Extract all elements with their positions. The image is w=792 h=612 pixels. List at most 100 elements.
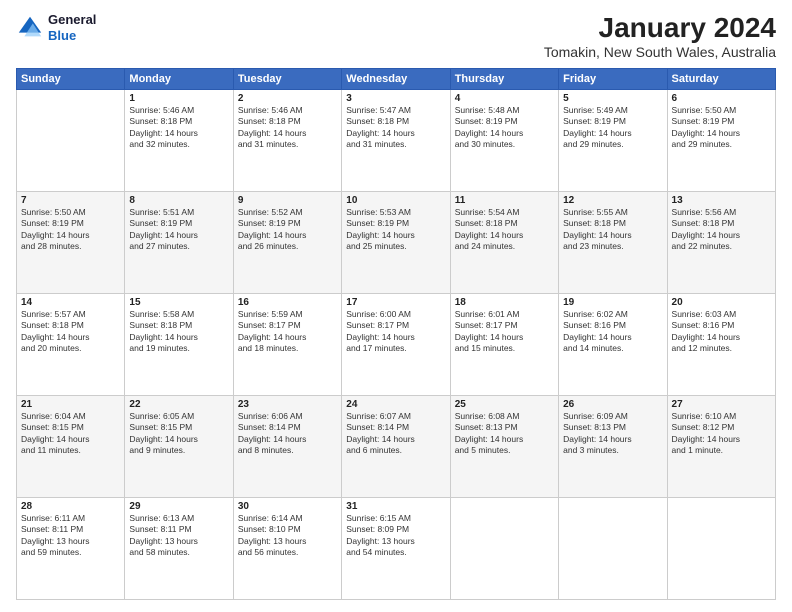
day-number: 16 (238, 297, 337, 308)
day-info: Sunrise: 5:56 AM Sunset: 8:18 PM Dayligh… (672, 207, 771, 253)
day-number: 25 (455, 399, 554, 410)
calendar-cell: 26Sunrise: 6:09 AM Sunset: 8:13 PM Dayli… (559, 396, 667, 498)
col-header-tuesday: Tuesday (233, 69, 341, 90)
day-number: 28 (21, 501, 120, 512)
calendar-cell: 9Sunrise: 5:52 AM Sunset: 8:19 PM Daylig… (233, 192, 341, 294)
col-header-wednesday: Wednesday (342, 69, 450, 90)
calendar-cell (17, 90, 125, 192)
day-info: Sunrise: 5:51 AM Sunset: 8:19 PM Dayligh… (129, 207, 228, 253)
day-number: 7 (21, 195, 120, 206)
calendar-cell: 23Sunrise: 6:06 AM Sunset: 8:14 PM Dayli… (233, 396, 341, 498)
calendar-cell: 29Sunrise: 6:13 AM Sunset: 8:11 PM Dayli… (125, 498, 233, 600)
day-number: 18 (455, 297, 554, 308)
calendar-header-row: SundayMondayTuesdayWednesdayThursdayFrid… (17, 69, 776, 90)
title-block: January 2024 Tomakin, New South Wales, A… (544, 12, 776, 60)
day-info: Sunrise: 6:08 AM Sunset: 8:13 PM Dayligh… (455, 411, 554, 457)
day-info: Sunrise: 6:00 AM Sunset: 8:17 PM Dayligh… (346, 309, 445, 355)
day-info: Sunrise: 5:57 AM Sunset: 8:18 PM Dayligh… (21, 309, 120, 355)
calendar: SundayMondayTuesdayWednesdayThursdayFrid… (16, 68, 776, 600)
day-number: 22 (129, 399, 228, 410)
calendar-week-1: 1Sunrise: 5:46 AM Sunset: 8:18 PM Daylig… (17, 90, 776, 192)
calendar-cell: 12Sunrise: 5:55 AM Sunset: 8:18 PM Dayli… (559, 192, 667, 294)
day-number: 31 (346, 501, 445, 512)
day-info: Sunrise: 6:05 AM Sunset: 8:15 PM Dayligh… (129, 411, 228, 457)
col-header-friday: Friday (559, 69, 667, 90)
calendar-cell: 22Sunrise: 6:05 AM Sunset: 8:15 PM Dayli… (125, 396, 233, 498)
day-info: Sunrise: 6:03 AM Sunset: 8:16 PM Dayligh… (672, 309, 771, 355)
day-number: 21 (21, 399, 120, 410)
day-number: 15 (129, 297, 228, 308)
calendar-cell: 1Sunrise: 5:46 AM Sunset: 8:18 PM Daylig… (125, 90, 233, 192)
day-info: Sunrise: 5:50 AM Sunset: 8:19 PM Dayligh… (21, 207, 120, 253)
day-info: Sunrise: 6:04 AM Sunset: 8:15 PM Dayligh… (21, 411, 120, 457)
day-number: 12 (563, 195, 662, 206)
calendar-cell: 8Sunrise: 5:51 AM Sunset: 8:19 PM Daylig… (125, 192, 233, 294)
calendar-cell (559, 498, 667, 600)
day-number: 5 (563, 93, 662, 104)
day-number: 3 (346, 93, 445, 104)
calendar-week-5: 28Sunrise: 6:11 AM Sunset: 8:11 PM Dayli… (17, 498, 776, 600)
calendar-week-2: 7Sunrise: 5:50 AM Sunset: 8:19 PM Daylig… (17, 192, 776, 294)
logo-blue: Blue (48, 28, 96, 44)
calendar-cell: 2Sunrise: 5:46 AM Sunset: 8:18 PM Daylig… (233, 90, 341, 192)
day-info: Sunrise: 5:49 AM Sunset: 8:19 PM Dayligh… (563, 105, 662, 151)
calendar-cell: 6Sunrise: 5:50 AM Sunset: 8:19 PM Daylig… (667, 90, 775, 192)
day-info: Sunrise: 5:48 AM Sunset: 8:19 PM Dayligh… (455, 105, 554, 151)
day-info: Sunrise: 5:46 AM Sunset: 8:18 PM Dayligh… (129, 105, 228, 151)
calendar-cell: 10Sunrise: 5:53 AM Sunset: 8:19 PM Dayli… (342, 192, 450, 294)
day-number: 24 (346, 399, 445, 410)
calendar-cell: 31Sunrise: 6:15 AM Sunset: 8:09 PM Dayli… (342, 498, 450, 600)
calendar-cell: 18Sunrise: 6:01 AM Sunset: 8:17 PM Dayli… (450, 294, 558, 396)
logo-general: General (48, 12, 96, 28)
subtitle: Tomakin, New South Wales, Australia (544, 44, 776, 60)
calendar-cell: 14Sunrise: 5:57 AM Sunset: 8:18 PM Dayli… (17, 294, 125, 396)
col-header-saturday: Saturday (667, 69, 775, 90)
day-info: Sunrise: 5:47 AM Sunset: 8:18 PM Dayligh… (346, 105, 445, 151)
calendar-cell: 4Sunrise: 5:48 AM Sunset: 8:19 PM Daylig… (450, 90, 558, 192)
day-info: Sunrise: 6:02 AM Sunset: 8:16 PM Dayligh… (563, 309, 662, 355)
day-number: 10 (346, 195, 445, 206)
calendar-cell: 11Sunrise: 5:54 AM Sunset: 8:18 PM Dayli… (450, 192, 558, 294)
logo: General Blue (16, 12, 96, 43)
day-info: Sunrise: 5:59 AM Sunset: 8:17 PM Dayligh… (238, 309, 337, 355)
day-info: Sunrise: 5:46 AM Sunset: 8:18 PM Dayligh… (238, 105, 337, 151)
day-info: Sunrise: 6:06 AM Sunset: 8:14 PM Dayligh… (238, 411, 337, 457)
day-number: 17 (346, 297, 445, 308)
day-info: Sunrise: 6:01 AM Sunset: 8:17 PM Dayligh… (455, 309, 554, 355)
day-info: Sunrise: 6:15 AM Sunset: 8:09 PM Dayligh… (346, 513, 445, 559)
header: General Blue January 2024 Tomakin, New S… (16, 12, 776, 60)
calendar-cell: 28Sunrise: 6:11 AM Sunset: 8:11 PM Dayli… (17, 498, 125, 600)
calendar-cell: 24Sunrise: 6:07 AM Sunset: 8:14 PM Dayli… (342, 396, 450, 498)
day-number: 19 (563, 297, 662, 308)
calendar-cell (667, 498, 775, 600)
day-info: Sunrise: 5:54 AM Sunset: 8:18 PM Dayligh… (455, 207, 554, 253)
day-number: 23 (238, 399, 337, 410)
day-number: 8 (129, 195, 228, 206)
calendar-cell: 19Sunrise: 6:02 AM Sunset: 8:16 PM Dayli… (559, 294, 667, 396)
calendar-week-4: 21Sunrise: 6:04 AM Sunset: 8:15 PM Dayli… (17, 396, 776, 498)
calendar-cell: 27Sunrise: 6:10 AM Sunset: 8:12 PM Dayli… (667, 396, 775, 498)
col-header-monday: Monday (125, 69, 233, 90)
calendar-week-3: 14Sunrise: 5:57 AM Sunset: 8:18 PM Dayli… (17, 294, 776, 396)
day-number: 11 (455, 195, 554, 206)
day-info: Sunrise: 6:09 AM Sunset: 8:13 PM Dayligh… (563, 411, 662, 457)
page: General Blue January 2024 Tomakin, New S… (0, 0, 792, 612)
day-info: Sunrise: 5:52 AM Sunset: 8:19 PM Dayligh… (238, 207, 337, 253)
logo-icon (16, 14, 44, 42)
calendar-cell: 17Sunrise: 6:00 AM Sunset: 8:17 PM Dayli… (342, 294, 450, 396)
day-info: Sunrise: 5:58 AM Sunset: 8:18 PM Dayligh… (129, 309, 228, 355)
calendar-cell: 15Sunrise: 5:58 AM Sunset: 8:18 PM Dayli… (125, 294, 233, 396)
day-info: Sunrise: 5:55 AM Sunset: 8:18 PM Dayligh… (563, 207, 662, 253)
day-info: Sunrise: 5:53 AM Sunset: 8:19 PM Dayligh… (346, 207, 445, 253)
calendar-cell (450, 498, 558, 600)
day-info: Sunrise: 6:11 AM Sunset: 8:11 PM Dayligh… (21, 513, 120, 559)
day-number: 13 (672, 195, 771, 206)
day-number: 4 (455, 93, 554, 104)
day-number: 26 (563, 399, 662, 410)
col-header-thursday: Thursday (450, 69, 558, 90)
calendar-cell: 25Sunrise: 6:08 AM Sunset: 8:13 PM Dayli… (450, 396, 558, 498)
day-number: 30 (238, 501, 337, 512)
calendar-cell: 30Sunrise: 6:14 AM Sunset: 8:10 PM Dayli… (233, 498, 341, 600)
day-info: Sunrise: 6:13 AM Sunset: 8:11 PM Dayligh… (129, 513, 228, 559)
day-info: Sunrise: 6:07 AM Sunset: 8:14 PM Dayligh… (346, 411, 445, 457)
